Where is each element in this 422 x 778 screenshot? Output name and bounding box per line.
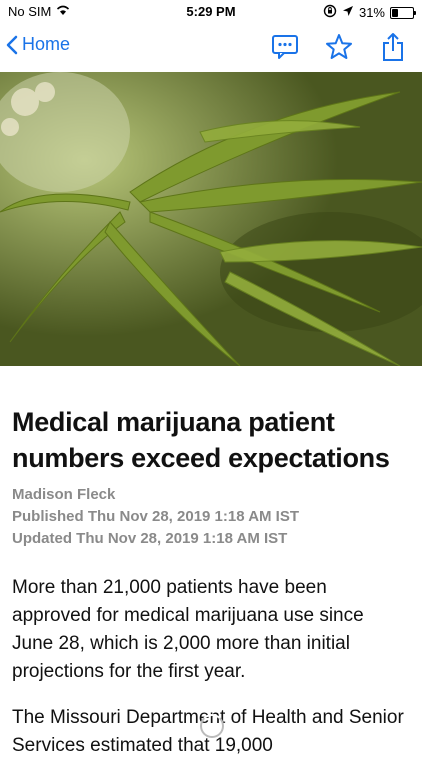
chevron-left-icon xyxy=(6,35,18,54)
nav-bar: Home xyxy=(0,24,422,72)
share-icon[interactable] xyxy=(378,32,408,62)
status-right: 31% xyxy=(323,4,416,21)
article-published: Published Thu Nov 28, 2019 1:18 AM IST xyxy=(12,508,300,525)
article-title: Medical marijuana patient numbers exceed… xyxy=(12,407,390,473)
cannabis-leaves-photo xyxy=(0,72,422,366)
loading-spinner-icon xyxy=(200,714,224,738)
nav-actions xyxy=(270,32,408,62)
back-button[interactable]: Home xyxy=(6,34,70,55)
back-label: Home xyxy=(22,34,71,54)
star-icon[interactable] xyxy=(324,32,354,62)
battery-cap xyxy=(414,10,416,15)
battery-percent: 31% xyxy=(358,5,385,20)
article-paragraph: More than 21,000 patients have been appr… xyxy=(12,577,364,682)
battery-icon xyxy=(390,6,416,19)
article-updated: Updated Thu Nov 28, 2019 1:18 AM IST xyxy=(12,530,288,547)
rotation-lock-icon xyxy=(323,4,337,21)
comment-icon[interactable] xyxy=(270,32,300,62)
location-arrow-icon xyxy=(342,5,354,20)
status-bar: No SIM 5:29 PM 31% xyxy=(0,0,422,24)
article-author[interactable]: Madison Fleck xyxy=(12,484,410,506)
battery-fill xyxy=(392,8,399,17)
article-hero-image xyxy=(0,72,422,366)
